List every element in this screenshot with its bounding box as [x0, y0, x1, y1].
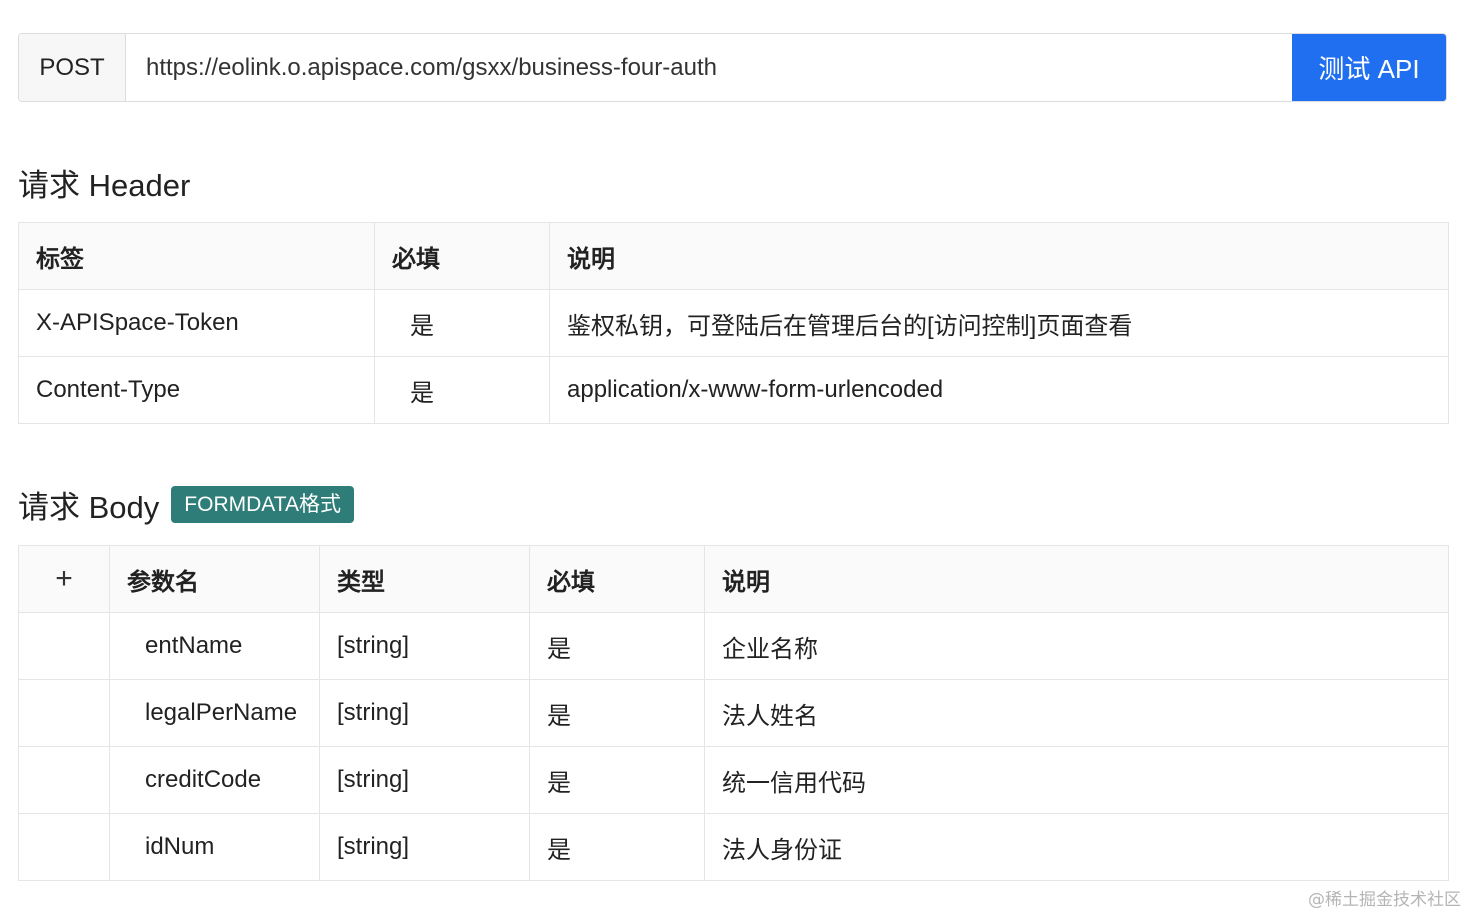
- param-name: creditCode: [109, 746, 320, 814]
- column-header-param-name: 参数名: [109, 545, 320, 613]
- required-value: 是: [374, 356, 550, 424]
- expand-all-toggle[interactable]: +: [18, 545, 110, 613]
- param-name: legalPerName: [109, 679, 320, 747]
- request-url-field[interactable]: https://eolink.o.apispace.com/gsxx/busin…: [126, 34, 1292, 101]
- header-desc: 鉴权私钥，可登陆后在管理后台的[访问控制]页面查看: [549, 289, 1449, 357]
- param-type: [string]: [319, 813, 530, 881]
- table-row: legalPerName [string] 是 法人姓名: [18, 679, 1449, 747]
- row-expand-cell: [18, 612, 110, 680]
- param-desc: 统一信用代码: [704, 746, 1449, 814]
- plus-icon[interactable]: +: [55, 562, 73, 595]
- param-name: idNum: [109, 813, 320, 881]
- test-api-button[interactable]: 测试 API: [1292, 34, 1446, 101]
- header-title-text: 请求 Header: [18, 168, 191, 203]
- param-desc: 企业名称: [704, 612, 1449, 680]
- param-type: [string]: [319, 612, 530, 680]
- row-expand-cell: [18, 813, 110, 881]
- body-section-title: 请求 Body FORMDATA格式: [18, 482, 354, 527]
- param-required: 是: [529, 612, 705, 680]
- row-expand-cell: [18, 746, 110, 814]
- param-name: entName: [109, 612, 320, 680]
- header-table: 标签 必填 说明 X-APISpace-Token 是 鉴权私钥，可登陆后在管理…: [18, 222, 1449, 424]
- param-desc: 法人身份证: [704, 813, 1449, 881]
- body-params-table: + 参数名 类型 必填 说明 entName [string] 是 企业名称 l…: [18, 545, 1449, 881]
- param-required: 是: [529, 746, 705, 814]
- required-value: 是: [374, 289, 550, 357]
- watermark: @稀土掘金技术社区: [1308, 890, 1461, 910]
- param-required: 是: [529, 813, 705, 881]
- row-expand-cell: [18, 679, 110, 747]
- table-row: idNum [string] 是 法人身份证: [18, 813, 1449, 881]
- http-method-select[interactable]: POST: [19, 34, 126, 101]
- param-desc: 法人姓名: [704, 679, 1449, 747]
- header-desc: application/x-www-form-urlencoded: [549, 356, 1449, 424]
- param-required: 是: [529, 679, 705, 747]
- table-row: entName [string] 是 企业名称: [18, 612, 1449, 680]
- column-header-type: 类型: [319, 545, 530, 613]
- header-section-title: 请求 Header: [18, 160, 190, 205]
- column-header-label: 标签: [18, 222, 375, 290]
- header-table-head: 标签 必填 说明: [18, 222, 1449, 290]
- param-type: [string]: [319, 679, 530, 747]
- request-url-bar: POST https://eolink.o.apispace.com/gsxx/…: [18, 33, 1447, 102]
- param-type: [string]: [319, 746, 530, 814]
- column-header-desc: 说明: [704, 545, 1449, 613]
- table-row: Content-Type 是 application/x-www-form-ur…: [18, 356, 1449, 424]
- header-label: Content-Type: [18, 356, 375, 424]
- formdata-badge: FORMDATA格式: [171, 486, 354, 523]
- column-header-required: 必填: [529, 545, 705, 613]
- table-row: X-APISpace-Token 是 鉴权私钥，可登陆后在管理后台的[访问控制]…: [18, 289, 1449, 357]
- table-row: creditCode [string] 是 统一信用代码: [18, 746, 1449, 814]
- column-header-required: 必填: [374, 222, 550, 290]
- body-title-text: 请求 Body: [18, 490, 160, 525]
- header-label: X-APISpace-Token: [18, 289, 375, 357]
- body-table-head: + 参数名 类型 必填 说明: [18, 545, 1449, 613]
- column-header-desc: 说明: [549, 222, 1449, 290]
